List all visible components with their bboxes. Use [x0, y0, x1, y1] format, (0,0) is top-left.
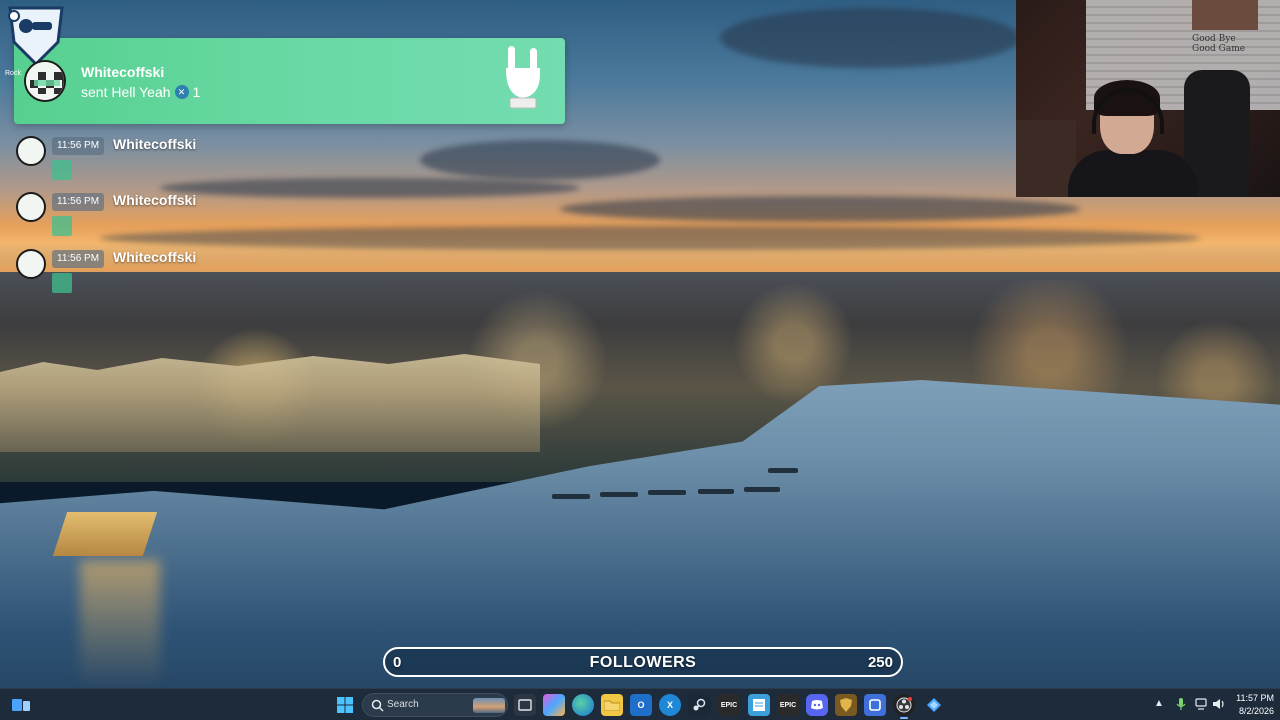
network-icon[interactable] — [1194, 697, 1208, 711]
chat-message: 11:56 PM Whitecoffski — [14, 192, 274, 242]
rock-hand-gesture-icon — [506, 46, 540, 109]
chat-user-avatar — [16, 192, 46, 222]
wallpaper-dock — [698, 489, 734, 494]
shield-icon[interactable] — [835, 694, 857, 716]
chat-timestamp: 11:56 PM — [52, 193, 105, 211]
search-placeholder: Search — [387, 699, 419, 710]
windows-start-icon[interactable] — [334, 694, 356, 716]
clock-date: 8/2/2026 — [1238, 706, 1274, 716]
webcam-person-body — [1068, 150, 1198, 197]
wallpaper-reflection — [80, 560, 160, 688]
chat-username: Whitecoffski — [113, 192, 197, 208]
chat-emote-icon — [52, 160, 72, 180]
search-highlight-thumbnail — [473, 698, 505, 713]
alert-message: sent Hell Yeah ✕ 1 — [81, 84, 200, 100]
taskbar-search-box[interactable]: Search — [362, 693, 508, 717]
chat-timestamp: 11:56 PM — [52, 250, 105, 268]
sapphire-icon[interactable] — [923, 694, 945, 716]
widgets-icon[interactable] — [12, 697, 30, 713]
task-view-icon[interactable] — [514, 694, 536, 716]
webcam-background-furniture — [1016, 120, 1076, 197]
steam-icon[interactable] — [688, 694, 710, 716]
chat-user-avatar — [16, 136, 46, 166]
alert-gem-count: 1 — [192, 84, 201, 100]
goal-max-value: 250 — [867, 654, 893, 671]
discord-icon[interactable] — [806, 694, 828, 716]
microphone-icon[interactable] — [1174, 697, 1188, 711]
chat-message: 11:56 PM Whitecoffski — [14, 136, 274, 186]
chat-user-avatar — [16, 249, 46, 279]
xbox-icon[interactable]: X — [659, 694, 681, 716]
alert-message-text: sent Hell Yeah — [81, 84, 171, 100]
file-explorer-icon[interactable] — [601, 694, 623, 716]
followers-goal-bar: 0 FOLLOWERS 250 — [383, 647, 903, 677]
wallpaper-pier — [52, 512, 158, 556]
wallpaper-cloud — [720, 8, 1020, 68]
active-app-indicator — [900, 717, 908, 719]
wallpaper-dock — [744, 487, 780, 492]
webcam-feed: Good Bye Good Game — [1016, 0, 1280, 197]
rl-logo-label: Rock — [5, 70, 21, 77]
goal-title: FOLLOWERS — [589, 654, 697, 671]
wallpaper-dock — [648, 490, 686, 495]
wallpaper-dock — [552, 494, 590, 499]
volume-icon[interactable] — [1212, 697, 1226, 711]
gem-icon: ✕ — [174, 85, 189, 99]
outlook-icon[interactable]: O — [630, 694, 652, 716]
webcam-poster — [1192, 0, 1258, 30]
search-icon — [371, 699, 384, 712]
epic-games-icon[interactable]: EPIC — [718, 694, 740, 716]
edge-browser-icon[interactable] — [572, 694, 594, 716]
chat-emote-icon — [52, 273, 72, 293]
chat-emote-icon — [52, 216, 72, 236]
obs-studio-icon[interactable] — [893, 694, 915, 716]
webcam-poster-text: Good Bye Good Game — [1192, 34, 1246, 54]
rocket-league-logo-icon — [8, 6, 64, 66]
notepad-icon[interactable] — [748, 694, 770, 716]
wallpaper-cloud — [560, 196, 1080, 222]
system-clock[interactable]: 11:57 PM 8/2/2026 — [1228, 692, 1274, 718]
clock-time: 11:57 PM — [1236, 693, 1274, 703]
alert-username: Whitecoffski — [81, 64, 165, 80]
copilot-icon[interactable] — [543, 694, 565, 716]
epic-games-icon-2[interactable]: EPIC — [777, 694, 799, 716]
chat-timestamp: 11:56 PM — [52, 137, 105, 155]
wallpaper-cloud — [420, 140, 660, 180]
wallpaper-dock — [600, 492, 638, 497]
alert-user-avatar — [24, 60, 66, 102]
gift-alert-banner — [14, 38, 565, 124]
chat-username: Whitecoffski — [113, 136, 197, 152]
windows-taskbar: Search O X EPIC EPIC ▲ 11:57 PM 8/2/2026 — [0, 688, 1280, 720]
app-icon[interactable] — [864, 694, 886, 716]
chat-message: 11:56 PM Whitecoffski — [14, 249, 274, 299]
wallpaper-dock — [768, 468, 798, 473]
chevron-up-icon[interactable]: ▲ — [1154, 698, 1164, 709]
chat-username: Whitecoffski — [113, 249, 197, 265]
